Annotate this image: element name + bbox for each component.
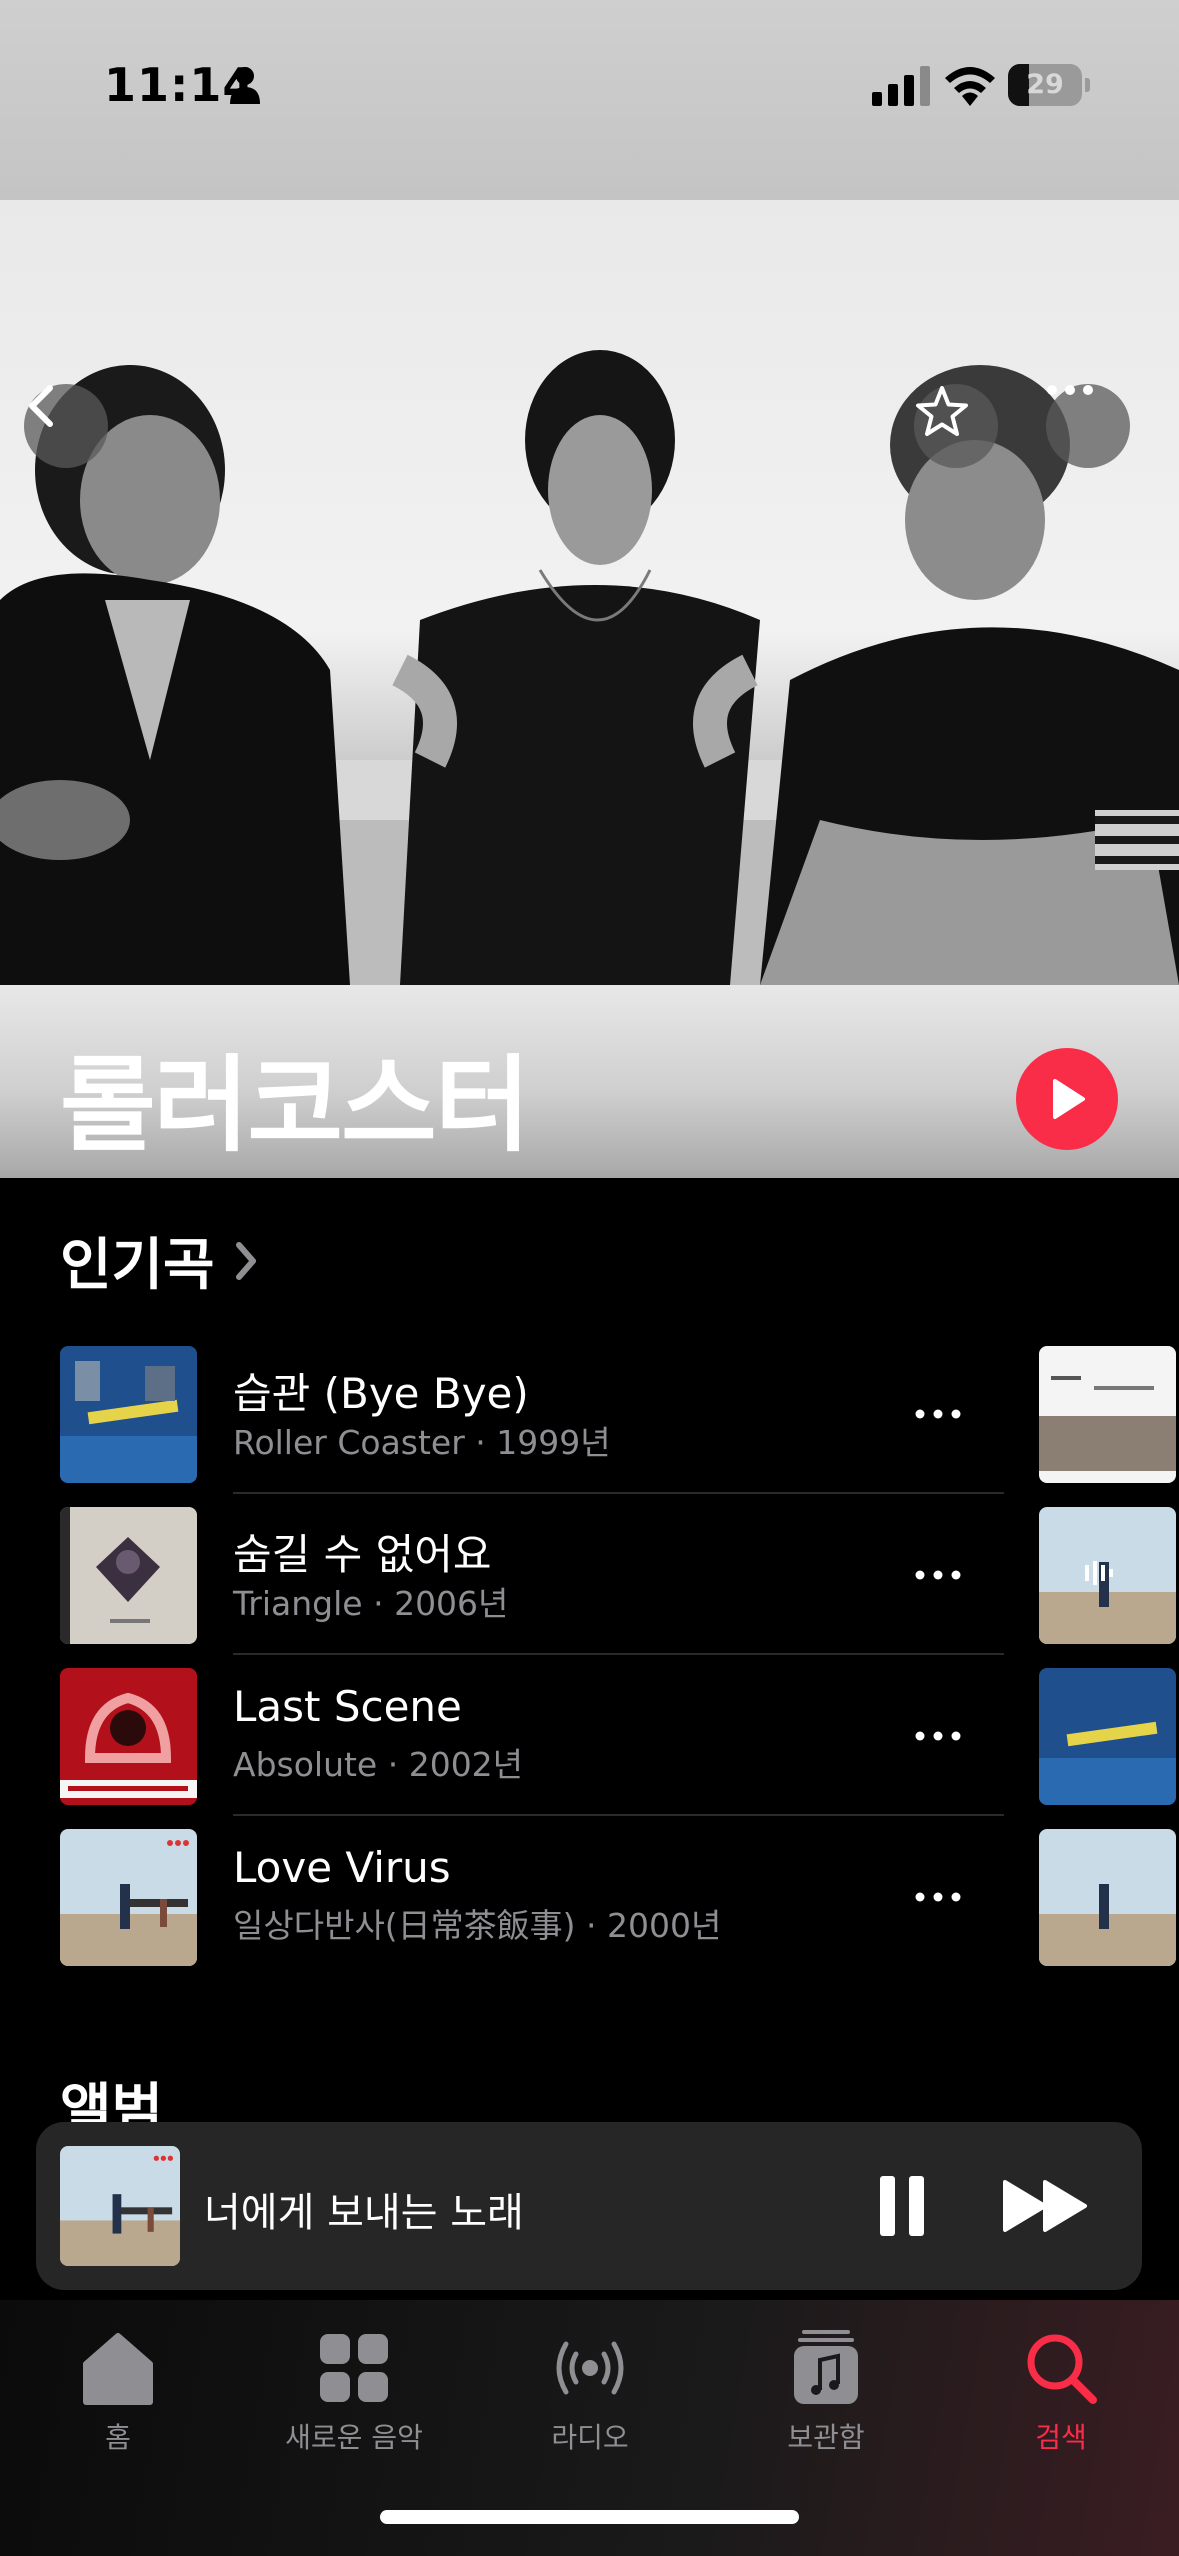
ellipsis-icon xyxy=(915,1892,961,1902)
favorite-button[interactable] xyxy=(914,384,998,468)
tab-label: 검색 xyxy=(1035,2421,1087,2454)
album-artwork xyxy=(60,1829,197,1966)
wifi-icon xyxy=(945,67,995,106)
grid-icon xyxy=(320,2334,388,2402)
chevron-left-icon xyxy=(29,385,53,427)
back-button[interactable] xyxy=(24,384,108,468)
next-column-artwork[interactable] xyxy=(1039,1668,1176,1805)
radio-icon xyxy=(556,2341,624,2395)
ellipsis-icon xyxy=(915,1409,961,1419)
home-icon xyxy=(83,2333,153,2405)
battery-indicator: 29 xyxy=(1008,64,1090,106)
person-icon xyxy=(230,67,260,104)
song-subtitle: Absolute · 2002년 xyxy=(233,1745,524,1784)
song-row[interactable]: Love Virus 일상다반사(日常茶飯事) · 2000년 xyxy=(60,1815,1004,1976)
home-indicator[interactable] xyxy=(380,2510,799,2524)
battery-tip xyxy=(1085,78,1090,92)
song-more-button[interactable] xyxy=(906,1865,970,1929)
top-songs-title: 인기곡 xyxy=(60,1233,215,1298)
search-icon xyxy=(1027,2334,1097,2404)
tab-library[interactable]: 보관함 xyxy=(708,2328,944,2458)
song-row[interactable]: 숨길 수 없어요 Triangle · 2006년 xyxy=(60,1493,1004,1655)
now-playing-artwork xyxy=(60,2146,180,2266)
tab-label: 라디오 xyxy=(551,2421,629,2454)
album-artwork xyxy=(60,1507,197,1644)
next-column-artwork[interactable] xyxy=(1039,1346,1176,1483)
chevron-right-icon xyxy=(235,1241,256,1280)
tab-label: 새로운 음악 xyxy=(285,2421,423,2454)
band-photo xyxy=(0,350,1179,985)
ellipsis-icon xyxy=(915,1570,961,1580)
ellipsis-icon xyxy=(1047,385,1093,395)
play-button[interactable] xyxy=(1016,1048,1118,1150)
skip-forward-button[interactable] xyxy=(996,2166,1096,2246)
library-icon xyxy=(794,2330,858,2404)
song-more-button[interactable] xyxy=(906,1704,970,1768)
status-bar: 11:14 29 xyxy=(0,0,1179,200)
album-artwork xyxy=(60,1346,197,1483)
artist-hero-image xyxy=(0,200,1179,985)
now-playing-title: 너에게 보내는 노래 xyxy=(204,2190,524,2236)
song-row[interactable]: Last Scene Absolute · 2002년 xyxy=(60,1654,1004,1816)
battery-percent: 29 xyxy=(1026,69,1064,100)
fast-forward-icon xyxy=(1003,2180,1087,2232)
pause-button[interactable] xyxy=(862,2166,942,2246)
ellipsis-icon xyxy=(915,1731,961,1741)
next-column-artwork[interactable] xyxy=(1039,1507,1176,1644)
more-options-button[interactable] xyxy=(1046,384,1130,468)
song-more-button[interactable] xyxy=(906,1382,970,1446)
song-title: Love Virus xyxy=(233,1843,451,1892)
song-title: 숨길 수 없어요 xyxy=(233,1530,492,1579)
song-title: 습관 (Bye Bye) xyxy=(233,1369,529,1418)
tab-new-music[interactable]: 새로운 음악 xyxy=(236,2328,472,2458)
star-icon xyxy=(916,386,968,436)
cellular-signal-icon xyxy=(872,66,930,106)
next-column-artwork[interactable] xyxy=(1039,1829,1176,1966)
tab-home[interactable]: 홈 xyxy=(0,2328,236,2458)
song-row[interactable]: 습관 (Bye Bye) Roller Coaster · 1999년 xyxy=(60,1332,1004,1494)
album-artwork xyxy=(60,1668,197,1805)
tab-search[interactable]: 검색 xyxy=(943,2328,1179,2458)
artist-name: 롤러코스터 xyxy=(60,1044,530,1166)
song-subtitle: 일상다반사(日常茶飯事) · 2000년 xyxy=(233,1906,722,1945)
top-songs-header[interactable]: 인기곡 xyxy=(60,1220,259,1301)
tab-label: 보관함 xyxy=(787,2421,865,2454)
song-title: Last Scene xyxy=(233,1682,462,1731)
tab-label: 홈 xyxy=(105,2421,131,2454)
song-subtitle: Triangle · 2006년 xyxy=(233,1584,509,1623)
song-more-button[interactable] xyxy=(906,1543,970,1607)
pause-icon xyxy=(880,2176,924,2236)
play-icon xyxy=(1053,1079,1085,1119)
tab-radio[interactable]: 라디오 xyxy=(472,2328,708,2458)
mini-player[interactable]: 너에게 보내는 노래 xyxy=(36,2122,1142,2290)
artist-header: 롤러코스터 xyxy=(0,985,1179,1178)
song-subtitle: Roller Coaster · 1999년 xyxy=(233,1423,611,1462)
